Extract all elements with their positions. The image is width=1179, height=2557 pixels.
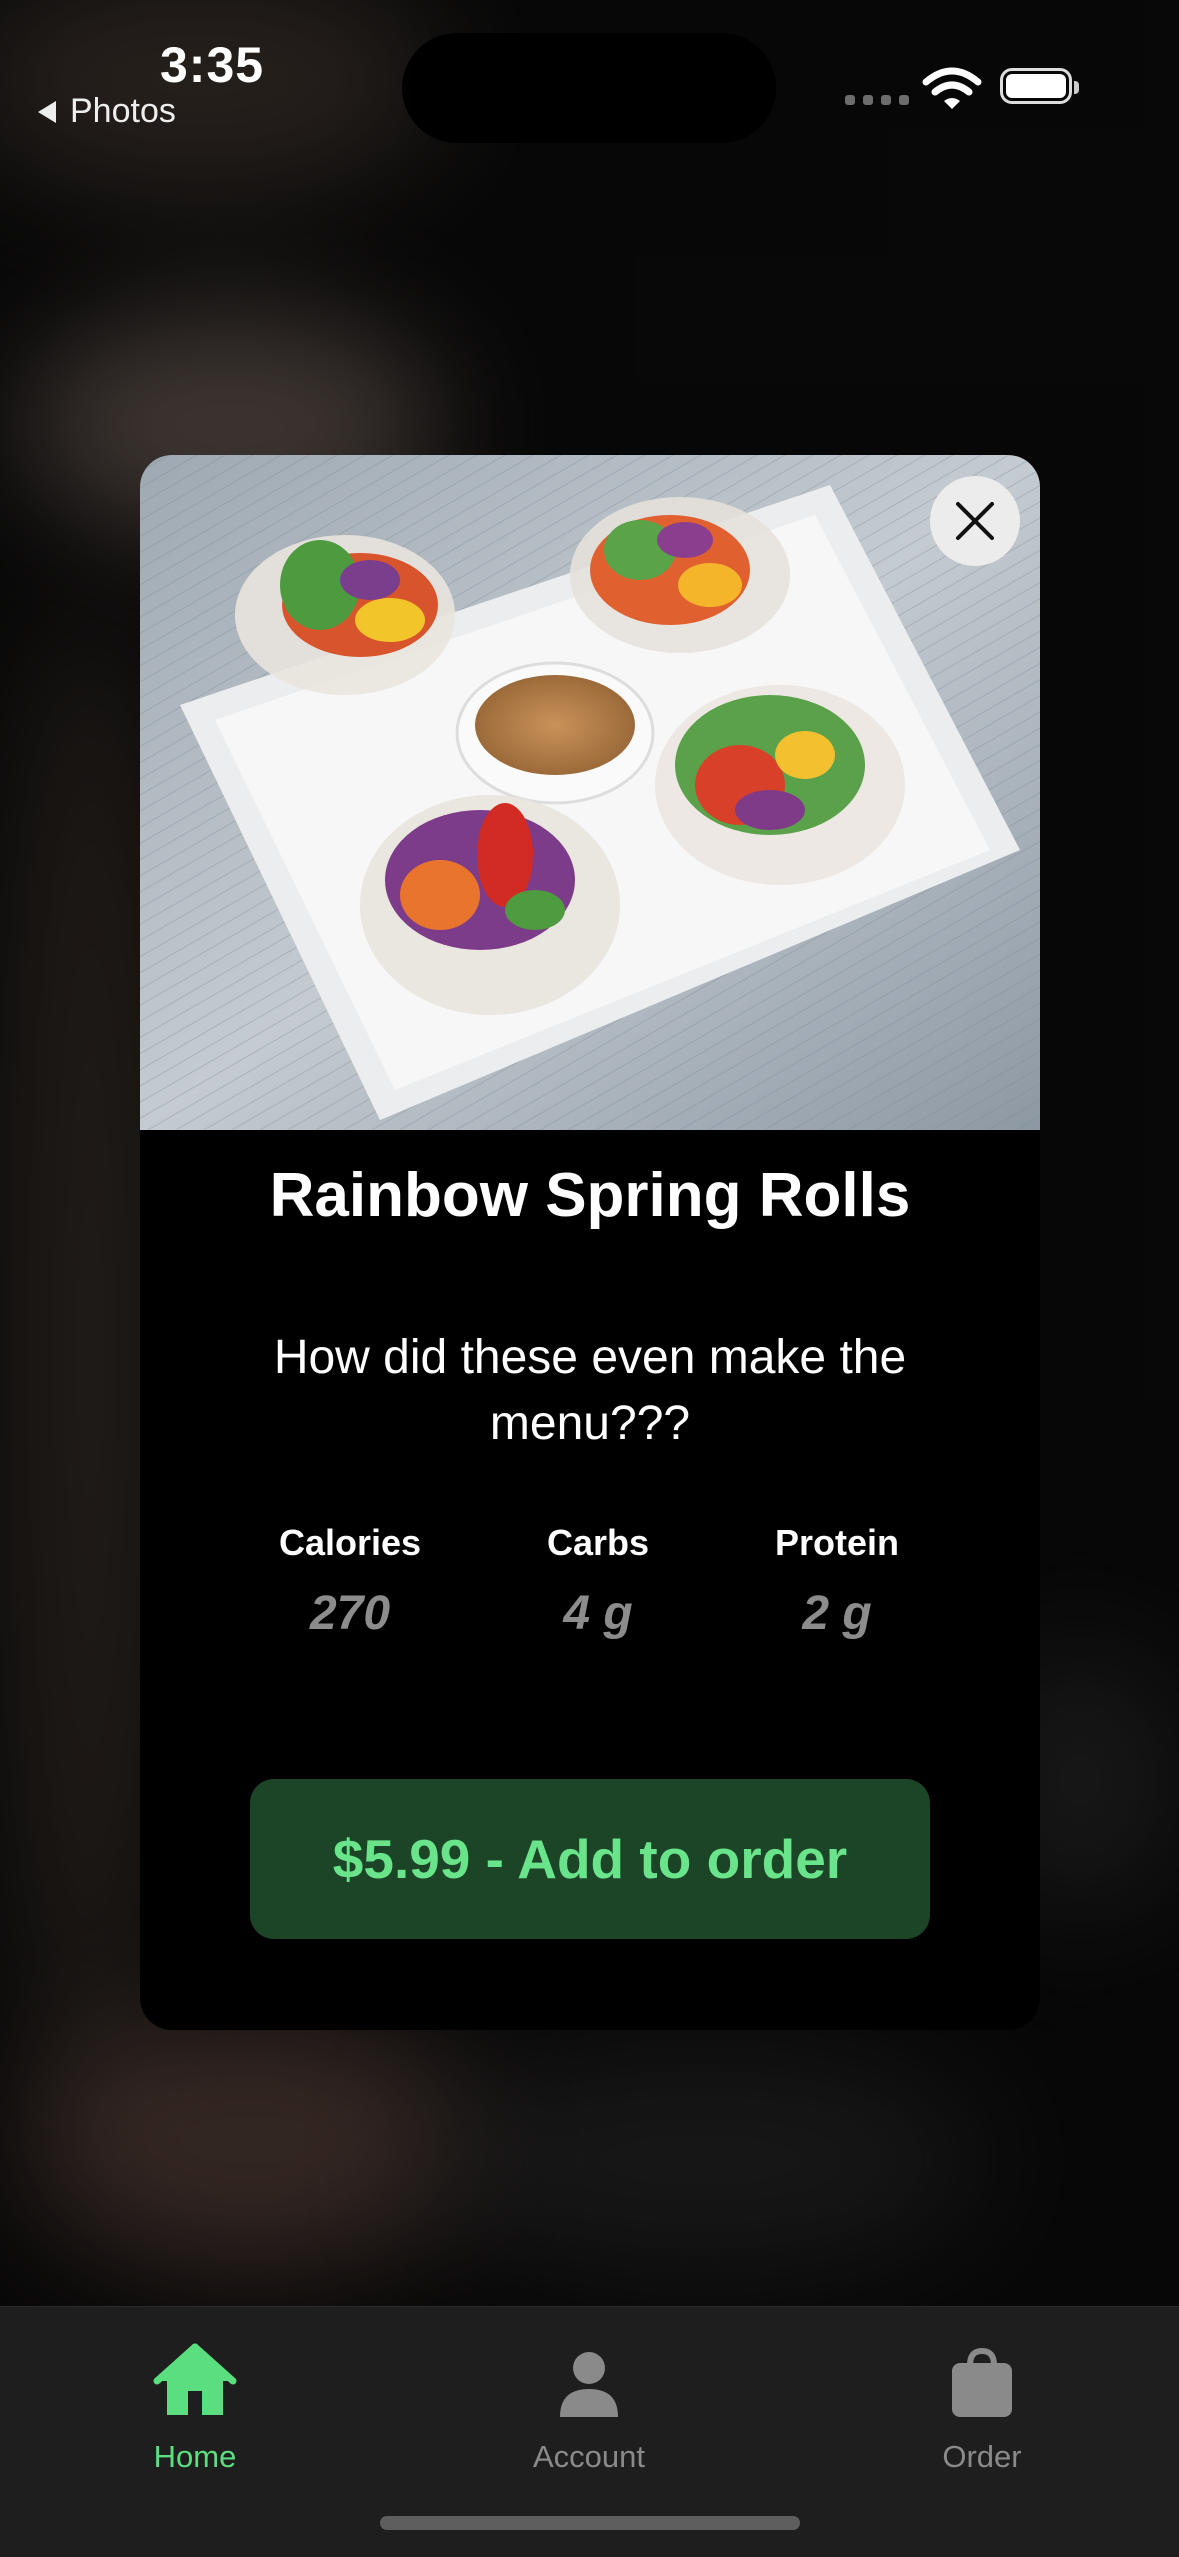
dynamic-island [402, 33, 776, 143]
battery-icon [1000, 68, 1079, 104]
home-icon [153, 2343, 237, 2415]
nutrition-label: Carbs [546, 1522, 650, 1563]
back-to-photos[interactable]: Photos [38, 92, 176, 131]
item-description: How did these even make the menu??? [273, 1331, 907, 1450]
home-indicator [380, 2516, 800, 2530]
nutrition-carbs: Carbs 4 g [478, 1522, 718, 1641]
nutrition-value: 4 g [563, 1587, 633, 1640]
item-photo [140, 455, 1040, 1130]
tab-label: Account [532, 2439, 645, 2474]
nutrition-value: 2 g [802, 1587, 872, 1640]
close-icon [956, 502, 994, 540]
tab-order[interactable]: Order [882, 2337, 1082, 2475]
item-title: Rainbow Spring Rolls [269, 1161, 911, 1230]
add-to-order-button[interactable]: $5.99 - Add to order [250, 1779, 930, 1939]
tab-home[interactable]: Home [95, 2337, 295, 2475]
wifi-icon [922, 67, 982, 109]
close-button[interactable] [930, 476, 1020, 566]
person-icon [560, 2352, 618, 2417]
tab-label: Order [942, 2439, 1022, 2474]
bag-icon [952, 2347, 1012, 2417]
tab-account[interactable]: Account [489, 2337, 689, 2475]
nutrition-calories: Calories 270 [230, 1522, 470, 1641]
status-time: 3:35 [160, 37, 265, 93]
nutrition-label: Protein [774, 1522, 899, 1563]
nutrition-value: 270 [309, 1587, 391, 1640]
tab-label: Home [153, 2439, 237, 2474]
back-app-label: Photos [70, 92, 176, 130]
cellular-signal-icon [845, 95, 909, 105]
nutrition-label: Calories [278, 1522, 422, 1563]
back-arrow-icon [38, 100, 56, 123]
nutrition-protein: Protein 2 g [717, 1522, 957, 1641]
